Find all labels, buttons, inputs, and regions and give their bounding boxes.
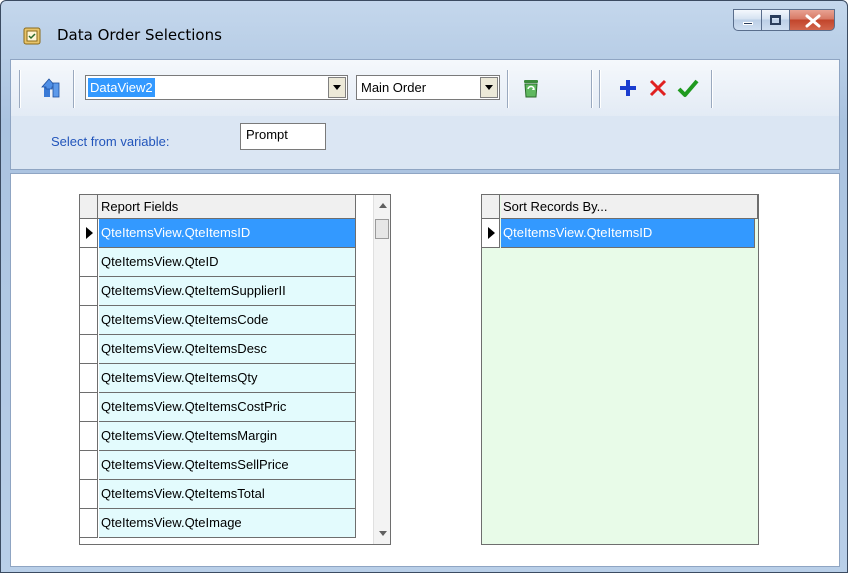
row-indicator[interactable] [80, 422, 98, 451]
toolbar-separator [73, 70, 75, 108]
chevron-down-icon [485, 85, 493, 90]
row-indicator[interactable] [80, 219, 98, 248]
report-fields-column-header[interactable]: Report Fields [99, 195, 356, 219]
order-dropdown-button[interactable] [480, 77, 498, 98]
table-cell[interactable]: QteItemsView.QteItemsSellPrice [99, 451, 356, 480]
table-cell[interactable]: QteItemsView.QteImage [99, 509, 356, 538]
dataview-dropdown-button[interactable] [328, 77, 346, 98]
scroll-up-button[interactable] [374, 197, 391, 214]
table-cell[interactable]: QteItemsView.QteItemsID [99, 219, 356, 248]
sort-records-header: Sort Records By... [482, 195, 758, 219]
table-cell[interactable]: QteItemsView.QteID [99, 248, 356, 277]
variable-input[interactable]: Prompt [240, 123, 326, 150]
maximize-icon [770, 15, 781, 25]
maximize-button[interactable] [761, 9, 789, 31]
minimize-button[interactable] [733, 9, 761, 31]
row-indicator[interactable] [80, 306, 98, 335]
row-pointer-icon [488, 227, 495, 239]
toolbar-separator [711, 70, 713, 108]
row-indicator[interactable] [80, 277, 98, 306]
order-select[interactable]: Main Order [356, 75, 500, 100]
toolbar-separator [599, 70, 601, 108]
row-indicator[interactable] [80, 480, 98, 509]
window-title: Data Order Selections [57, 26, 222, 44]
dataview-select[interactable]: DataView2 [85, 75, 348, 100]
report-fields-scrollbar[interactable] [373, 195, 390, 544]
delete-x-icon [649, 79, 667, 97]
confirm-button[interactable] [673, 73, 703, 103]
dataview-select-value: DataView2 [88, 78, 155, 97]
header-indicator [80, 195, 98, 219]
order-select-value: Main Order [361, 80, 427, 95]
scroll-thumb[interactable] [375, 219, 389, 239]
sort-records-column-header[interactable]: Sort Records By... [501, 195, 758, 219]
table-cell[interactable]: QteItemsView.QteItemsID [501, 219, 755, 248]
row-indicator[interactable] [80, 393, 98, 422]
caption-buttons [733, 9, 835, 31]
row-indicator[interactable] [80, 335, 98, 364]
report-fields-header: Report Fields [80, 195, 356, 219]
row-indicator[interactable] [80, 248, 98, 277]
close-icon [805, 14, 821, 28]
main-panel: Report Fields QteItemsView.QteItemsID Qte… [10, 173, 840, 567]
scroll-down-icon [378, 531, 387, 536]
minimize-icon [743, 22, 753, 25]
add-button[interactable] [613, 73, 643, 103]
select-variable-label: Select from variable: [51, 134, 170, 149]
toolbar-separator [507, 70, 509, 108]
row-indicator[interactable] [80, 364, 98, 393]
scroll-down-button[interactable] [374, 525, 391, 542]
checkmark-icon [677, 79, 699, 97]
table-cell[interactable]: QteItemsView.QteItemSupplierII [99, 277, 356, 306]
row-indicator[interactable] [80, 451, 98, 480]
sort-records-grid[interactable]: Sort Records By... QteItemsView.QteItems… [481, 194, 759, 545]
delete-button[interactable] [643, 73, 673, 103]
table-cell[interactable]: QteItemsView.QteItemsDesc [99, 335, 356, 364]
scroll-up-icon [378, 203, 387, 208]
recycle-bin-button[interactable] [516, 73, 546, 103]
dialog-window: Data Order Selections DataView2 Main Ord… [0, 0, 848, 573]
table-cell[interactable]: QteItemsView.QteItemsQty [99, 364, 356, 393]
toolbar: DataView2 Main Order [10, 59, 840, 117]
report-fields-grid[interactable]: Report Fields QteItemsView.QteItemsID Qte… [79, 194, 391, 545]
header-indicator [482, 195, 500, 219]
table-cell[interactable]: QteItemsView.QteItemsCostPric [99, 393, 356, 422]
toolbar-grip[interactable] [19, 70, 21, 108]
table-cell[interactable]: QteItemsView.QteItemsMargin [99, 422, 356, 451]
row-indicator[interactable] [80, 509, 98, 538]
recycle-bin-icon [524, 80, 538, 98]
app-icon [23, 27, 41, 45]
plus-icon [620, 80, 636, 96]
variable-row: Select from variable: Prompt [10, 116, 840, 170]
move-up-button[interactable] [37, 73, 67, 103]
table-cell[interactable]: QteItemsView.QteItemsCode [99, 306, 356, 335]
row-pointer-icon [86, 227, 93, 239]
chevron-down-icon [333, 85, 341, 90]
row-indicator[interactable] [482, 219, 500, 248]
title-bar[interactable]: Data Order Selections [1, 1, 847, 59]
close-button[interactable] [789, 9, 835, 31]
table-cell[interactable]: QteItemsView.QteItemsTotal [99, 480, 356, 509]
toolbar-separator [591, 70, 593, 108]
move-up-icon [41, 78, 60, 98]
